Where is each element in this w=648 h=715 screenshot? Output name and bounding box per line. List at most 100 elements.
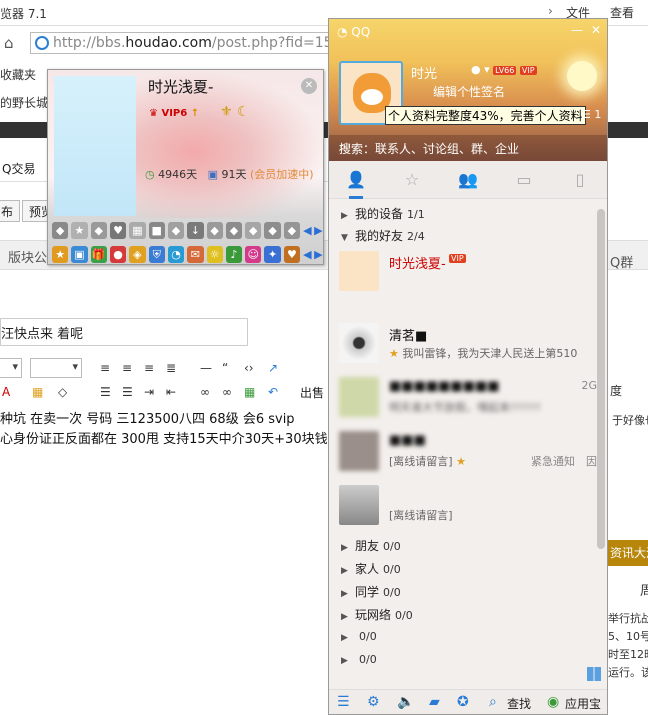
groups-tab-icon[interactable]: 👥 bbox=[457, 169, 479, 191]
menu-view[interactable]: 查看 bbox=[610, 4, 634, 21]
minimize-icon[interactable]: — bbox=[571, 23, 583, 37]
gift-icon[interactable]: 🎁 bbox=[90, 245, 107, 263]
gear-icon[interactable]: ⚙ bbox=[367, 694, 380, 710]
close-icon[interactable]: ✕ bbox=[301, 78, 317, 94]
grid-icon[interactable]: ▦ bbox=[129, 221, 146, 239]
app-store-button[interactable]: 应用宝 bbox=[565, 695, 601, 712]
diamond-icon[interactable]: ◆ bbox=[264, 221, 281, 239]
undo-icon[interactable]: ↶ bbox=[268, 386, 282, 398]
find-button[interactable]: 查找 bbox=[507, 695, 531, 712]
search-icon[interactable]: ⌕ bbox=[489, 694, 497, 710]
list-item[interactable]: [离线请留言] bbox=[339, 483, 597, 529]
bg-color-icon[interactable]: ▦ bbox=[32, 386, 46, 398]
align-left-icon[interactable]: ≡ bbox=[100, 362, 114, 374]
quote-icon[interactable]: “ bbox=[222, 362, 236, 374]
signature-input[interactable]: 编辑个性签名 bbox=[433, 83, 505, 100]
list-item[interactable]: ■■■ [离线请留言] ★ 紧急通知 因 bbox=[339, 429, 597, 475]
tab-qq-group[interactable]: Q群 bbox=[610, 252, 633, 271]
favorites-tab-icon[interactable]: ☆ bbox=[401, 169, 423, 191]
list-item[interactable]: 清茗■ ★ 我叫雷锋，我为天津人民送上第510 bbox=[339, 321, 597, 367]
diamond-icon[interactable]: ◆ bbox=[283, 221, 301, 239]
tab-board[interactable]: 版块公 bbox=[8, 247, 47, 266]
group-unnamed-2[interactable]: ▶ 0/0 bbox=[341, 652, 377, 666]
size-select[interactable] bbox=[30, 358, 82, 378]
sun-icon[interactable]: ☼ bbox=[206, 245, 223, 263]
publish-button[interactable]: 布 bbox=[0, 200, 21, 222]
outdent-icon[interactable]: ⇤ bbox=[166, 386, 180, 398]
star-icon[interactable]: ★ bbox=[52, 245, 69, 263]
apps-grid-icon[interactable] bbox=[587, 667, 601, 681]
phone-tab-icon[interactable]: ▯ bbox=[569, 169, 591, 191]
subject-input[interactable]: 汪快点来 着呢 bbox=[0, 318, 248, 346]
messages-tab-icon[interactable]: ▭ bbox=[513, 169, 535, 191]
profile-photo[interactable] bbox=[54, 76, 136, 216]
unlink-icon[interactable]: ∞ bbox=[222, 386, 236, 398]
news-tab[interactable]: 资讯大满 bbox=[608, 540, 648, 566]
toolbar-du[interactable]: 度 bbox=[610, 382, 622, 399]
shield-icon[interactable]: ⛨ bbox=[148, 245, 165, 263]
bookmark-favorites[interactable]: 收藏夹 bbox=[0, 66, 36, 83]
diamond-icon[interactable]: ◆ bbox=[52, 221, 69, 239]
eraser-icon[interactable]: ◇ bbox=[58, 386, 72, 398]
profile-tooltip[interactable]: 个人资料完整度43%，完善个人资料 bbox=[385, 106, 586, 125]
list-bullet-icon[interactable]: ☰ bbox=[122, 386, 136, 398]
music-icon[interactable]: ♪ bbox=[225, 245, 243, 263]
group-internet[interactable]: ▶ 玩网络 0/0 bbox=[341, 606, 413, 623]
qq-icon[interactable]: ◔ bbox=[167, 245, 185, 263]
diamond-icon[interactable]: ◆ bbox=[90, 221, 107, 239]
group-family[interactable]: ▶ 家人 0/0 bbox=[341, 560, 401, 577]
font-select[interactable] bbox=[0, 358, 22, 378]
star-box-icon[interactable]: ✪ bbox=[457, 694, 469, 710]
nav-q-trade[interactable]: Q交易 bbox=[2, 160, 35, 177]
chevron-right-icon[interactable]: › bbox=[548, 4, 553, 18]
url-input[interactable]: http://bbs.houdao.com/post.php?fid=152 bbox=[30, 32, 330, 54]
home-icon[interactable]: ⌂ bbox=[4, 34, 20, 52]
close-icon[interactable]: ✕ bbox=[591, 23, 601, 37]
down-icon[interactable]: ↓ bbox=[187, 221, 204, 239]
pet-icon[interactable]: ● bbox=[109, 245, 127, 263]
group-my-devices[interactable]: ▶ 我的设备 1/1 bbox=[341, 205, 425, 222]
share-icon[interactable]: ↗ bbox=[268, 362, 282, 374]
diamond-icon[interactable]: ◆ bbox=[167, 221, 185, 239]
bird-icon[interactable]: ✦ bbox=[264, 245, 281, 263]
game-icon[interactable]: ◈ bbox=[129, 245, 146, 263]
diamond-icon[interactable]: ◆ bbox=[225, 221, 243, 239]
arrow-right-icon[interactable]: ▶ bbox=[314, 222, 322, 239]
scrollbar[interactable] bbox=[597, 209, 605, 549]
group-classmates[interactable]: ▶ 同学 0/0 bbox=[341, 583, 401, 600]
folder-icon[interactable]: ▰ bbox=[429, 694, 440, 710]
arrow-left-icon[interactable]: ◀ bbox=[303, 222, 311, 239]
link-icon[interactable]: ∞ bbox=[200, 386, 214, 398]
bookmark-great-wall[interactable]: 的野长城 bbox=[0, 94, 48, 111]
search-icon[interactable]: ⌕ bbox=[339, 139, 597, 155]
table-icon[interactable]: ▦ bbox=[244, 386, 258, 398]
app-store-icon[interactable]: ◉ bbox=[547, 694, 559, 710]
group-my-friends[interactable]: ▼ 我的好友 2/4 bbox=[341, 227, 425, 244]
sell-button[interactable]: 出售 bbox=[300, 384, 324, 401]
message-count[interactable]: ☰ 1 bbox=[581, 108, 601, 121]
diamond-icon[interactable]: ◆ bbox=[206, 221, 223, 239]
arrow-left-icon[interactable]: ◀ bbox=[303, 246, 311, 263]
group-friends[interactable]: ▶ 朋友 0/0 bbox=[341, 537, 401, 554]
mail-icon[interactable]: ✉ bbox=[187, 245, 204, 263]
align-right-icon[interactable]: ≡ bbox=[144, 362, 158, 374]
app-icon[interactable]: ▣ bbox=[71, 245, 88, 263]
heart-icon[interactable]: ♥ bbox=[283, 245, 301, 263]
code-icon[interactable]: ‹› bbox=[244, 362, 258, 374]
list-ordered-icon[interactable]: ☰ bbox=[100, 386, 114, 398]
hr-icon[interactable]: — bbox=[200, 362, 214, 374]
search-bar[interactable]: 搜索：联系人、讨论组、群、企业 ⌕ bbox=[329, 135, 607, 161]
speaker-icon[interactable]: 🔈 bbox=[397, 694, 414, 710]
list-item[interactable]: 时光浅夏- VIP bbox=[339, 249, 597, 295]
list-item[interactable]: ■■■■■■■■■ 明天谁大节放假，嘿起来!!!!!!! 2G bbox=[339, 375, 597, 421]
group-unnamed-1[interactable]: ▶ 0/0 bbox=[341, 629, 377, 643]
diamond-icon[interactable]: ◆ bbox=[245, 221, 262, 239]
contacts-tab-icon[interactable]: 👤 bbox=[345, 169, 367, 199]
align-center-icon[interactable]: ≡ bbox=[122, 362, 136, 374]
square-icon[interactable]: ■ bbox=[148, 221, 165, 239]
menu-icon[interactable]: ☰ bbox=[337, 694, 350, 710]
star-icon[interactable]: ★ bbox=[71, 221, 88, 239]
font-color-icon[interactable]: A bbox=[2, 386, 16, 398]
user-icon[interactable]: ☺ bbox=[245, 245, 262, 263]
indent-icon[interactable]: ⇥ bbox=[144, 386, 158, 398]
